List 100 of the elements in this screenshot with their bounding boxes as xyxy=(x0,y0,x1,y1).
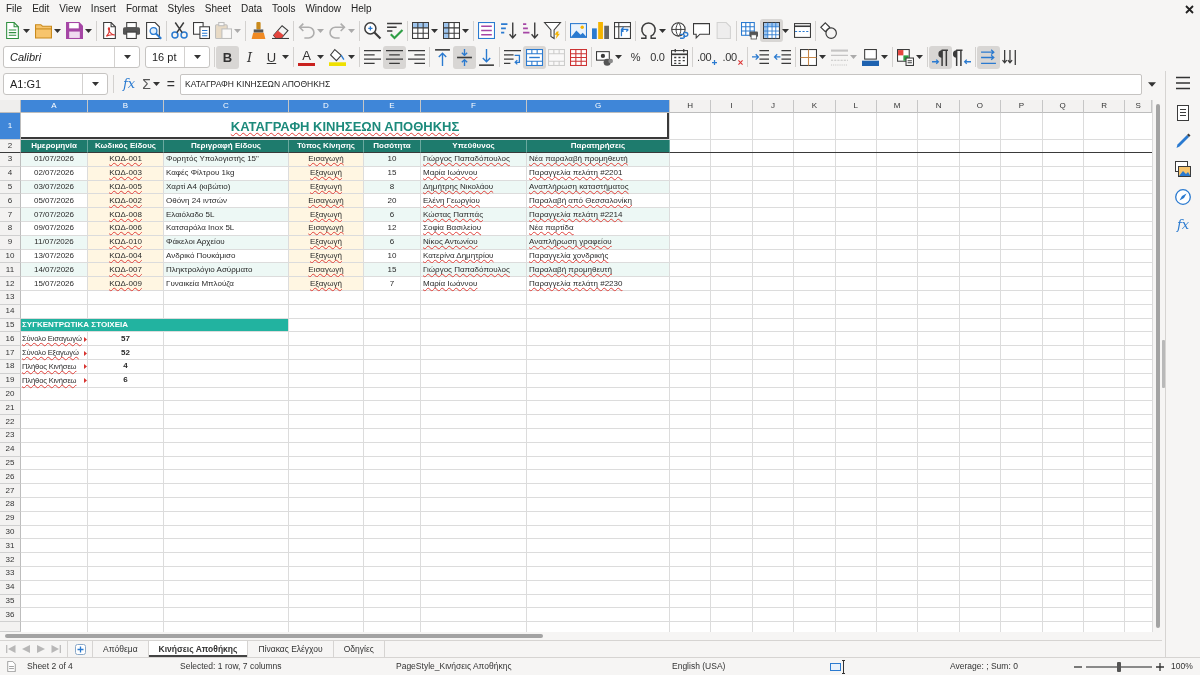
caret-icon[interactable] xyxy=(91,82,99,86)
align-center-icon[interactable] xyxy=(383,45,406,69)
align-right-icon[interactable] xyxy=(408,48,425,66)
sort-ascending-icon[interactable] xyxy=(500,22,517,39)
row-header[interactable]: 36 xyxy=(0,608,21,623)
number-format-button[interactable]: 0.0 xyxy=(649,48,666,66)
caret-icon[interactable] xyxy=(85,28,92,33)
pivot-table-icon[interactable] xyxy=(614,22,631,39)
row-header[interactable]: 26 xyxy=(0,470,21,485)
row-header[interactable]: 11 xyxy=(0,263,21,278)
globe-link-icon[interactable] xyxy=(671,22,688,39)
column-header[interactable]: F xyxy=(421,100,527,113)
align-left-icon[interactable] xyxy=(364,48,381,66)
table-rows-icon[interactable] xyxy=(412,22,429,39)
sum-button[interactable]: Σ xyxy=(142,75,151,93)
scissors-icon[interactable] xyxy=(171,22,188,39)
menu-item[interactable]: View xyxy=(54,2,86,16)
scrollbar-thumb[interactable] xyxy=(1155,104,1160,628)
caret-icon[interactable] xyxy=(23,28,30,33)
menu-icon[interactable] xyxy=(1175,75,1191,91)
formula-input[interactable]: ΚΑΤΑΓΡΑΦΗ ΚΙΝΗΣΕΩΝ ΑΠΟΘΗΚΗΣ xyxy=(180,73,1142,95)
language[interactable]: English (USA) xyxy=(672,660,726,673)
caret-icon[interactable] xyxy=(880,55,888,59)
right-to-left-icon[interactable] xyxy=(953,48,971,66)
caret-icon[interactable] xyxy=(54,28,61,33)
add-sheet-icon[interactable] xyxy=(75,643,86,655)
row-header[interactable]: 6 xyxy=(0,194,21,209)
text-vertical-icon[interactable] xyxy=(1001,48,1019,66)
gallery-icon[interactable] xyxy=(1175,161,1191,177)
column-header[interactable]: L xyxy=(835,100,877,113)
row-header[interactable]: 22 xyxy=(0,415,21,429)
left-to-right-icon[interactable] xyxy=(928,45,952,69)
sheet-tab[interactable]: Απόθεμα xyxy=(93,641,149,657)
column-header[interactable]: Q xyxy=(1042,100,1084,113)
caret-icon[interactable] xyxy=(615,55,622,59)
zoom-in-icon[interactable] xyxy=(1156,662,1164,671)
row-header[interactable]: 27 xyxy=(0,484,21,498)
row-header[interactable]: 16 xyxy=(0,332,21,347)
function-wizard-button[interactable]: fx xyxy=(123,75,136,93)
expand-caret-icon[interactable] xyxy=(1148,81,1156,87)
column-header[interactable]: J xyxy=(752,100,795,113)
sort-descending-icon[interactable] xyxy=(522,22,539,39)
sheet-tab[interactable]: Οδηγίες xyxy=(333,641,385,657)
calendar-icon[interactable] xyxy=(671,48,688,66)
underline-button[interactable]: U xyxy=(263,48,280,66)
row-header[interactable]: 12 xyxy=(0,277,21,291)
row-header[interactable]: 2 xyxy=(0,140,21,153)
caret-icon[interactable] xyxy=(152,82,160,86)
percent-button[interactable]: % xyxy=(627,48,644,66)
caret-icon[interactable] xyxy=(462,28,469,33)
table-columns-icon[interactable] xyxy=(443,22,460,39)
freeze-panes-icon[interactable] xyxy=(760,19,783,42)
wrap-text-icon[interactable] xyxy=(504,48,521,66)
sheet-tab[interactable]: Κινήσεις Αποθήκης xyxy=(148,641,249,657)
font-color-button[interactable]: A xyxy=(298,48,315,66)
copy-icon[interactable] xyxy=(193,22,210,39)
row-header[interactable]: 21 xyxy=(0,401,21,416)
caret-icon[interactable] xyxy=(123,55,131,59)
omega-icon[interactable] xyxy=(640,22,657,39)
column-header[interactable]: N xyxy=(918,100,960,113)
menu-item[interactable]: Format xyxy=(120,2,163,16)
bar-chart-icon[interactable] xyxy=(592,22,609,39)
column-header[interactable]: C xyxy=(164,100,289,113)
border-color-icon[interactable] xyxy=(861,48,879,66)
compass-icon[interactable] xyxy=(1175,189,1191,205)
selection-mode-icon[interactable] xyxy=(830,658,846,675)
font-size-field[interactable]: 16 pt xyxy=(145,46,210,68)
eraser-icon[interactable] xyxy=(272,22,289,39)
column-header[interactable]: E xyxy=(364,100,421,113)
column-header[interactable]: B xyxy=(88,100,164,113)
row-header[interactable]: 17 xyxy=(0,346,21,360)
menu-item[interactable]: Styles xyxy=(162,2,200,16)
split-window-icon[interactable] xyxy=(794,22,811,39)
caret-icon[interactable] xyxy=(282,55,289,59)
remove-decimal-button[interactable]: .00 xyxy=(722,48,743,66)
brush-icon[interactable] xyxy=(1175,133,1191,149)
increase-indent-icon[interactable] xyxy=(751,48,769,66)
printer-icon[interactable] xyxy=(123,22,140,39)
merge-center-icon[interactable] xyxy=(523,45,546,69)
caret-icon[interactable] xyxy=(915,55,923,59)
formula-button[interactable]: = xyxy=(166,75,175,93)
row-header[interactable]: 32 xyxy=(0,553,21,567)
caret-icon[interactable] xyxy=(431,28,438,33)
menu-item[interactable]: File xyxy=(1,2,28,16)
image-icon[interactable] xyxy=(570,22,587,39)
page-style[interactable]: PageStyle_Κινήσεις Αποθήκης xyxy=(396,660,512,673)
menu-item[interactable]: Help xyxy=(346,2,377,16)
menu-item[interactable]: Sheet xyxy=(199,2,236,16)
conditional-format-icon[interactable] xyxy=(896,48,914,66)
decrease-indent-icon[interactable] xyxy=(773,48,791,66)
column-header[interactable]: P xyxy=(1001,100,1043,113)
column-header[interactable]: O xyxy=(959,100,1002,113)
print-area-icon[interactable] xyxy=(741,22,758,39)
align-bottom-icon[interactable] xyxy=(478,48,495,66)
text-horizontal-icon[interactable] xyxy=(976,45,1000,69)
column-header[interactable]: G xyxy=(527,100,670,113)
bold-button[interactable]: B xyxy=(216,45,239,69)
paintbrush-icon[interactable] xyxy=(250,22,267,39)
name-box-field[interactable]: A1:G1 xyxy=(3,73,108,95)
caret-icon[interactable] xyxy=(317,55,324,59)
